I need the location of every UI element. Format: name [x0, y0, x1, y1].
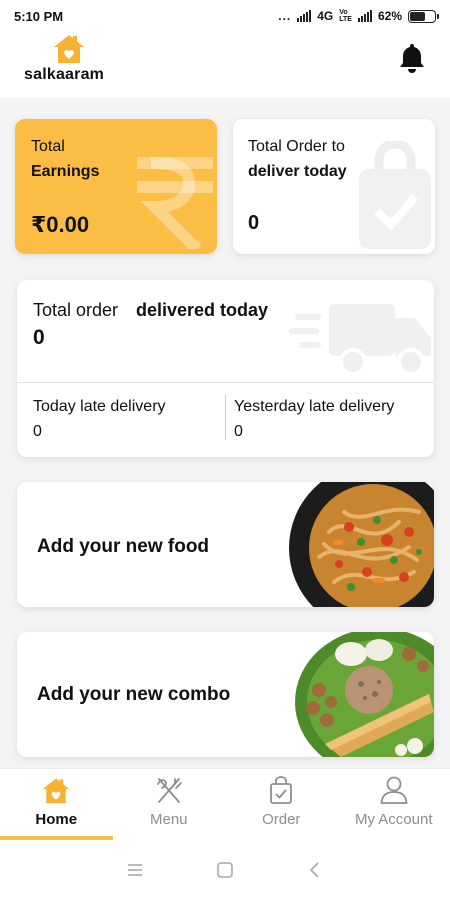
nav-label-menu: Menu: [149, 811, 188, 828]
orders-to-deliver-card[interactable]: Total Order to deliver today 0: [233, 119, 435, 254]
nav-label-order: Order: [262, 811, 301, 828]
volte-icon: Vo LTE: [339, 9, 352, 23]
earnings-label-line1: Total: [31, 138, 65, 155]
yesterday-late-label: Yesterday late delivery: [234, 398, 395, 415]
delivery-truck-watermark-icon: [289, 304, 431, 376]
nav-label-my-account: My Account: [354, 811, 433, 828]
today-late-label: Today late delivery: [33, 398, 166, 415]
yesterday-late-value: 0: [234, 423, 243, 440]
nav-label-home: Home: [35, 811, 78, 828]
app-header: salkaaram: [0, 32, 450, 98]
status-icons: ... 4G Vo LTE 62%: [278, 9, 439, 23]
bottom-navigation: Home Menu Order My Account: [0, 768, 450, 840]
total-earnings-card[interactable]: Total Earnings ₹0.00: [15, 119, 217, 254]
shopping-bag-watermark-icon: [359, 141, 431, 249]
deliver-value: 0: [248, 212, 260, 234]
add-food-title: Add your new food: [37, 536, 210, 557]
horizontal-divider: [17, 382, 434, 383]
user-icon: [380, 776, 408, 804]
deliver-label-line1: Total Order to: [248, 138, 345, 155]
system-navigation-bar: [0, 840, 450, 900]
add-combo-card[interactable]: Add your new combo: [17, 632, 434, 757]
delivered-label-part2: delivered today: [136, 300, 269, 320]
notification-dots: ...: [278, 9, 292, 23]
nav-item-home[interactable]: Home: [0, 769, 113, 840]
house-logo-icon: [54, 35, 84, 63]
status-time: 5:10 PM: [14, 8, 64, 24]
combo-food-image: [295, 632, 434, 757]
bell-icon[interactable]: [398, 42, 426, 74]
home-icon: [43, 778, 70, 804]
delivered-today-card[interactable]: Total order delivered today 0 Today late…: [17, 280, 434, 457]
nav-item-my-account[interactable]: My Account: [338, 769, 450, 840]
status-bar: 5:10 PM ... 4G Vo LTE 62%: [0, 0, 450, 32]
back-icon[interactable]: [305, 860, 325, 880]
signal-icon-2: [357, 10, 372, 22]
nav-item-menu[interactable]: Menu: [113, 769, 226, 840]
app-logo[interactable]: salkaaram: [24, 32, 124, 94]
network-type: 4G: [317, 9, 334, 23]
add-combo-title: Add your new combo: [37, 684, 231, 705]
shopping-bag-icon: [270, 776, 293, 804]
signal-icon: [297, 10, 312, 22]
battery-percent: 62%: [377, 9, 402, 23]
nav-item-order[interactable]: Order: [225, 769, 338, 840]
delivered-label-part1: Total order: [33, 300, 119, 320]
earnings-value: ₹0.00: [31, 212, 90, 237]
earnings-label-line2: Earnings: [31, 163, 100, 180]
battery-icon: [408, 9, 439, 23]
recents-icon[interactable]: [125, 860, 145, 880]
rupee-watermark-icon: [137, 156, 213, 249]
deliver-label-line2: deliver today: [248, 163, 347, 180]
delivered-value: 0: [33, 326, 45, 349]
noodles-image: [289, 482, 434, 607]
vertical-divider: [225, 394, 226, 440]
add-food-card[interactable]: Add your new food: [17, 482, 434, 607]
home-button-icon[interactable]: [215, 860, 235, 880]
today-late-value: 0: [33, 423, 42, 440]
brand-name: salkaaram: [24, 66, 105, 83]
fork-knife-icon: [156, 778, 182, 803]
